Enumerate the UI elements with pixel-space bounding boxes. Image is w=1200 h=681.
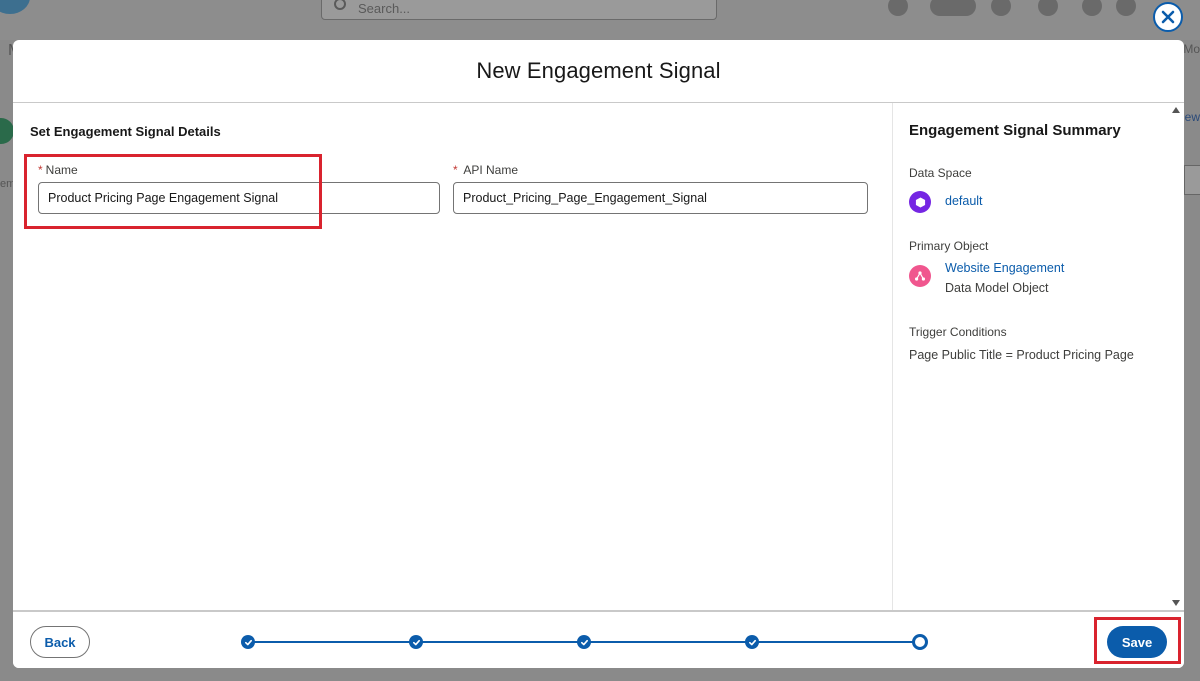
primary-object-type: Data Model Object	[945, 281, 1049, 295]
progress-indicator	[241, 634, 928, 650]
check-icon	[748, 639, 756, 645]
favorites-icon	[930, 0, 976, 16]
check-icon	[244, 639, 252, 645]
background-dropdown	[1184, 165, 1200, 195]
search-icon	[334, 0, 346, 10]
check-icon	[412, 639, 420, 645]
hexagon-icon	[909, 191, 931, 213]
primary-object-row: Website Engagement Data Model Object	[909, 261, 1064, 295]
progress-step-4[interactable]	[745, 635, 759, 649]
modal-body: Set Engagement Signal Details * Name Prod…	[13, 103, 1184, 610]
details-pane: Set Engagement Signal Details * Name Prod…	[13, 103, 892, 610]
progress-step-3[interactable]	[577, 635, 591, 649]
api-name-input[interactable]: Product_Pricing_Page_Engagement_Signal	[453, 182, 868, 214]
primary-object-link[interactable]: Website Engagement	[945, 261, 1064, 275]
modal-footer: Back Save	[13, 610, 1184, 668]
progress-step-2[interactable]	[409, 635, 423, 649]
close-button[interactable]	[1153, 2, 1183, 32]
save-button-highlight	[1094, 617, 1181, 664]
primary-object-label: Primary Object	[909, 239, 989, 253]
data-space-row: default	[909, 190, 983, 213]
api-name-field-group: * API Name Product_Pricing_Page_Engageme…	[453, 163, 868, 214]
summary-title: Engagement Signal Summary	[909, 122, 1121, 139]
search-placeholder: Search...	[358, 1, 411, 16]
name-field-highlight	[24, 154, 322, 229]
summary-pane: Engagement Signal Summary Data Space def…	[892, 103, 1184, 610]
close-icon	[1161, 10, 1175, 24]
modal-header: New Engagement Signal	[13, 40, 1184, 103]
data-space-link[interactable]: default	[945, 194, 983, 208]
back-button[interactable]: Back	[30, 626, 90, 658]
global-search: Search...	[321, 0, 717, 20]
api-name-label: * API Name	[453, 163, 519, 177]
trigger-conditions-value: Page Public Title = Product Pricing Page	[909, 348, 1134, 362]
data-space-label: Data Space	[909, 166, 972, 180]
background-avatar	[0, 118, 14, 144]
background-text: ew	[1184, 110, 1200, 124]
section-title: Set Engagement Signal Details	[30, 124, 221, 139]
scroll-up-arrow[interactable]	[1172, 107, 1180, 113]
progress-step-1[interactable]	[241, 635, 255, 649]
new-engagement-signal-modal: New Engagement Signal Set Engagement Sig…	[13, 40, 1184, 668]
check-icon	[580, 639, 588, 645]
background-text: Mo	[1183, 42, 1200, 56]
modal-title: New Engagement Signal	[476, 58, 721, 83]
trigger-conditions-label: Trigger Conditions	[909, 325, 1007, 339]
scroll-down-arrow[interactable]	[1172, 600, 1180, 606]
data-model-icon	[909, 265, 931, 287]
progress-step-5[interactable]	[912, 634, 928, 650]
required-marker: *	[453, 163, 458, 177]
